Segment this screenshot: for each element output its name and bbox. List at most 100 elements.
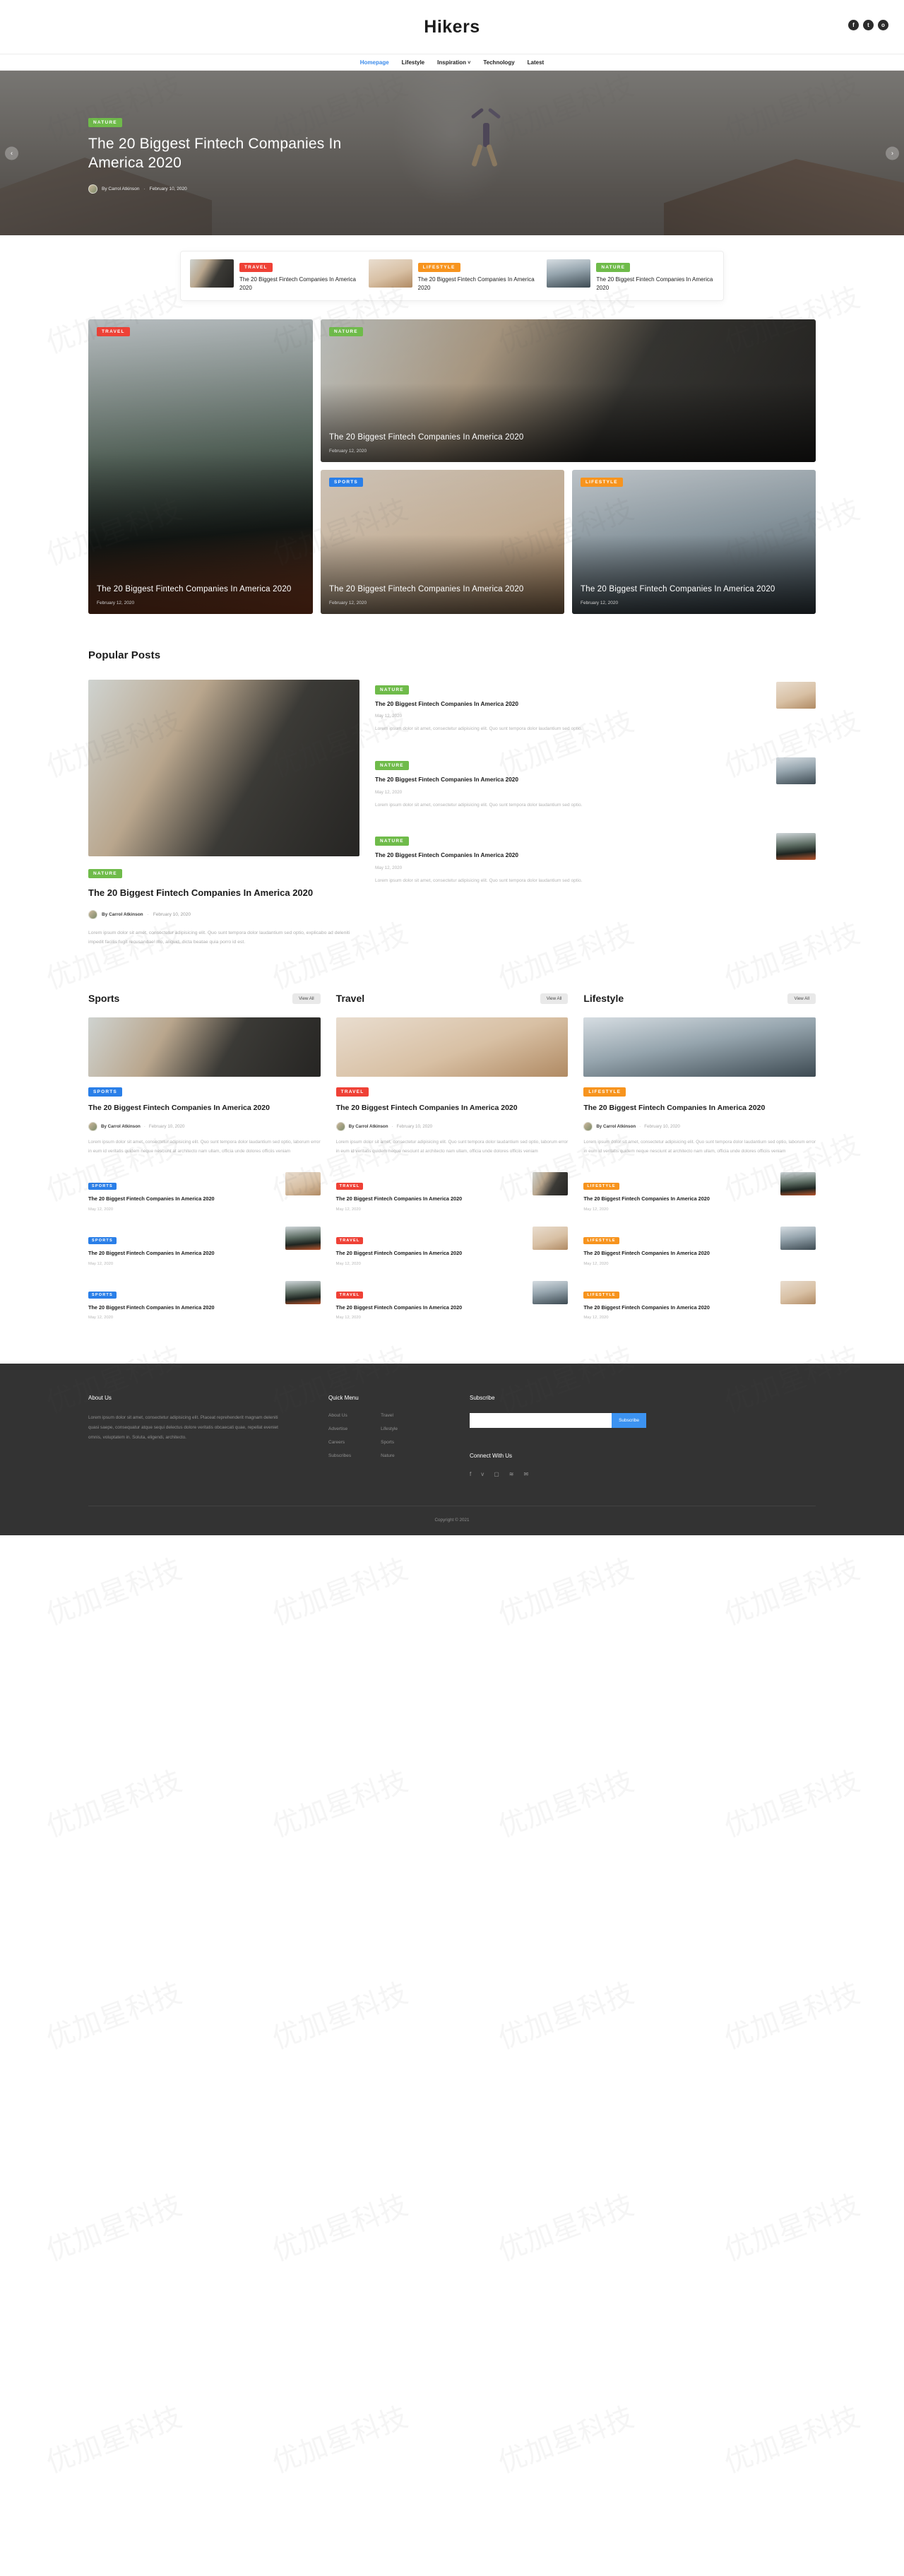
nav-item-homepage[interactable]: Homepage	[360, 59, 389, 66]
strip-title[interactable]: The 20 Biggest Fintech Companies In Amer…	[418, 276, 536, 293]
footer-link-subscribes[interactable]: Subscribes	[328, 1453, 351, 1458]
footer-link-sports[interactable]: Sports	[381, 1440, 398, 1445]
card-category-badge[interactable]: NATURE	[329, 327, 363, 336]
category-feature-image[interactable]	[583, 1017, 816, 1077]
featured-card-small[interactable]: SPORTS The 20 Biggest Fintech Companies …	[321, 470, 564, 614]
list-item-badge[interactable]: SPORTS	[88, 1183, 117, 1190]
footer-link-nature[interactable]: Nature	[381, 1453, 398, 1458]
card-category-badge[interactable]: TRAVEL	[97, 327, 130, 336]
card-title[interactable]: The 20 Biggest Fintech Companies In Amer…	[581, 584, 807, 596]
hero-category-badge[interactable]: NATURE	[88, 118, 122, 127]
facebook-icon[interactable]: f	[848, 20, 859, 30]
footer-link-lifestyle[interactable]: Lifestyle	[381, 1426, 398, 1431]
list-item-badge[interactable]: SPORTS	[88, 1236, 117, 1244]
subscribe-email-input[interactable]	[470, 1413, 612, 1429]
strip-category-badge[interactable]: TRAVEL	[239, 263, 273, 272]
list-item-title[interactable]: The 20 Biggest Fintech Companies In Amer…	[88, 1249, 278, 1258]
category-badge[interactable]: LIFESTYLE	[583, 1087, 626, 1097]
card-title[interactable]: The 20 Biggest Fintech Companies In Amer…	[329, 584, 556, 596]
list-item-badge[interactable]: TRAVEL	[335, 1236, 364, 1244]
list-item-badge[interactable]: TRAVEL	[335, 1291, 364, 1299]
strip-category-badge[interactable]: NATURE	[596, 263, 631, 272]
strip-card[interactable]: LIFESTYLE The 20 Biggest Fintech Compani…	[368, 259, 536, 293]
list-item[interactable]: LIFESTYLE The 20 Biggest Fintech Compani…	[583, 1280, 816, 1320]
category-feature-image[interactable]	[335, 1017, 569, 1077]
list-item-badge[interactable]: NATURE	[375, 685, 409, 695]
hero-title[interactable]: The 20 Biggest Fintech Companies In Amer…	[88, 135, 392, 172]
view-all-button[interactable]: View All	[540, 993, 569, 1004]
nav-item-inspiration[interactable]: Inspiration ˅	[437, 59, 470, 66]
card-category-badge[interactable]: SPORTS	[329, 478, 363, 487]
card-category-badge[interactable]: LIFESTYLE	[581, 478, 623, 487]
list-item-title[interactable]: The 20 Biggest Fintech Companies In Amer…	[583, 1304, 773, 1312]
list-item[interactable]: TRAVEL The 20 Biggest Fintech Companies …	[335, 1172, 569, 1212]
footer-link-about-us[interactable]: About Us	[328, 1413, 351, 1418]
popular-main-post[interactable]: NATURE The 20 Biggest Fintech Companies …	[88, 680, 359, 947]
list-item-title[interactable]: The 20 Biggest Fintech Companies In Amer…	[88, 1304, 278, 1312]
list-item[interactable]: NATURE The 20 Biggest Fintech Companies …	[375, 682, 816, 734]
list-item-badge[interactable]: LIFESTYLE	[583, 1236, 619, 1244]
nav-item-technology[interactable]: Technology	[483, 59, 514, 66]
list-item-title[interactable]: The 20 Biggest Fintech Companies In Amer…	[375, 775, 767, 784]
list-item[interactable]: SPORTS The 20 Biggest Fintech Companies …	[88, 1172, 321, 1212]
featured-card-small[interactable]: LIFESTYLE The 20 Biggest Fintech Compani…	[572, 470, 816, 614]
rss-icon[interactable]: ≋	[509, 1471, 514, 1477]
featured-card-large[interactable]: TRAVEL The 20 Biggest Fintech Companies …	[88, 319, 313, 614]
list-item-title[interactable]: The 20 Biggest Fintech Companies In Amer…	[375, 851, 767, 860]
card-title[interactable]: The 20 Biggest Fintech Companies In Amer…	[329, 432, 807, 444]
facebook-icon[interactable]: f	[470, 1471, 471, 1477]
category-feature-image[interactable]	[88, 1017, 321, 1077]
card-title[interactable]: The 20 Biggest Fintech Companies In Amer…	[97, 584, 304, 596]
list-item-badge[interactable]: NATURE	[375, 837, 409, 846]
strip-title[interactable]: The 20 Biggest Fintech Companies In Amer…	[596, 276, 714, 293]
list-item[interactable]: SPORTS The 20 Biggest Fintech Companies …	[88, 1280, 321, 1320]
featured-card-wide[interactable]: NATURE The 20 Biggest Fintech Companies …	[321, 319, 816, 462]
strip-category-badge[interactable]: LIFESTYLE	[417, 263, 460, 272]
list-item-badge[interactable]: NATURE	[375, 761, 409, 771]
list-item[interactable]: NATURE The 20 Biggest Fintech Companies …	[375, 757, 816, 810]
instagram-icon[interactable]: o	[878, 20, 888, 30]
list-item[interactable]: TRAVEL The 20 Biggest Fintech Companies …	[335, 1280, 569, 1320]
list-item[interactable]: TRAVEL The 20 Biggest Fintech Companies …	[335, 1226, 569, 1266]
strip-card[interactable]: NATURE The 20 Biggest Fintech Companies …	[547, 259, 714, 293]
list-item-badge[interactable]: LIFESTYLE	[583, 1183, 619, 1190]
list-item-title[interactable]: The 20 Biggest Fintech Companies In Amer…	[336, 1304, 526, 1312]
nav-item-lifestyle[interactable]: Lifestyle	[402, 59, 424, 66]
footer-link-advertise[interactable]: Advertise	[328, 1426, 351, 1431]
list-item-badge[interactable]: TRAVEL	[335, 1183, 364, 1190]
list-item-title[interactable]: The 20 Biggest Fintech Companies In Amer…	[336, 1249, 526, 1258]
instagram-icon[interactable]: ▢	[494, 1471, 499, 1477]
footer-link-careers[interactable]: Careers	[328, 1440, 351, 1445]
subscribe-button[interactable]: Subscribe	[612, 1413, 646, 1429]
view-all-button[interactable]: View All	[787, 993, 816, 1004]
carousel-next-button[interactable]: ›	[886, 146, 899, 160]
popular-main-title[interactable]: The 20 Biggest Fintech Companies In Amer…	[88, 886, 359, 900]
strip-title[interactable]: The 20 Biggest Fintech Companies In Amer…	[239, 276, 357, 293]
twitter-icon[interactable]: t	[863, 20, 874, 30]
strip-card[interactable]: TRAVEL The 20 Biggest Fintech Companies …	[190, 259, 357, 293]
list-item[interactable]: NATURE The 20 Biggest Fintech Companies …	[375, 833, 816, 885]
category-feature-title[interactable]: The 20 Biggest Fintech Companies In Amer…	[88, 1103, 321, 1114]
list-item-badge[interactable]: LIFESTYLE	[583, 1291, 619, 1299]
carousel-prev-button[interactable]: ‹	[5, 146, 18, 160]
list-item-title[interactable]: The 20 Biggest Fintech Companies In Amer…	[88, 1195, 278, 1203]
twitter-icon[interactable]: ᴠ	[481, 1471, 484, 1477]
list-item[interactable]: LIFESTYLE The 20 Biggest Fintech Compani…	[583, 1172, 816, 1212]
site-logo[interactable]: Hikers	[424, 17, 480, 37]
list-item-title[interactable]: The 20 Biggest Fintech Companies In Amer…	[583, 1195, 773, 1203]
list-item-title[interactable]: The 20 Biggest Fintech Companies In Amer…	[336, 1195, 526, 1203]
list-item-title[interactable]: The 20 Biggest Fintech Companies In Amer…	[583, 1249, 773, 1258]
nav-item-latest[interactable]: Latest	[528, 59, 545, 66]
category-feature-title[interactable]: The 20 Biggest Fintech Companies In Amer…	[336, 1103, 569, 1114]
category-feature-title[interactable]: The 20 Biggest Fintech Companies In Amer…	[583, 1103, 816, 1114]
popular-main-badge[interactable]: NATURE	[88, 869, 122, 878]
list-item-badge[interactable]: SPORTS	[88, 1291, 117, 1299]
list-item-title[interactable]: The 20 Biggest Fintech Companies In Amer…	[375, 699, 767, 709]
category-badge[interactable]: TRAVEL	[335, 1087, 369, 1097]
email-icon[interactable]: ✉	[524, 1471, 529, 1477]
list-item[interactable]: LIFESTYLE The 20 Biggest Fintech Compani…	[583, 1226, 816, 1266]
list-item[interactable]: SPORTS The 20 Biggest Fintech Companies …	[88, 1226, 321, 1266]
footer-link-travel[interactable]: Travel	[381, 1413, 398, 1418]
category-badge[interactable]: SPORTS	[88, 1087, 122, 1097]
view-all-button[interactable]: View All	[292, 993, 321, 1004]
